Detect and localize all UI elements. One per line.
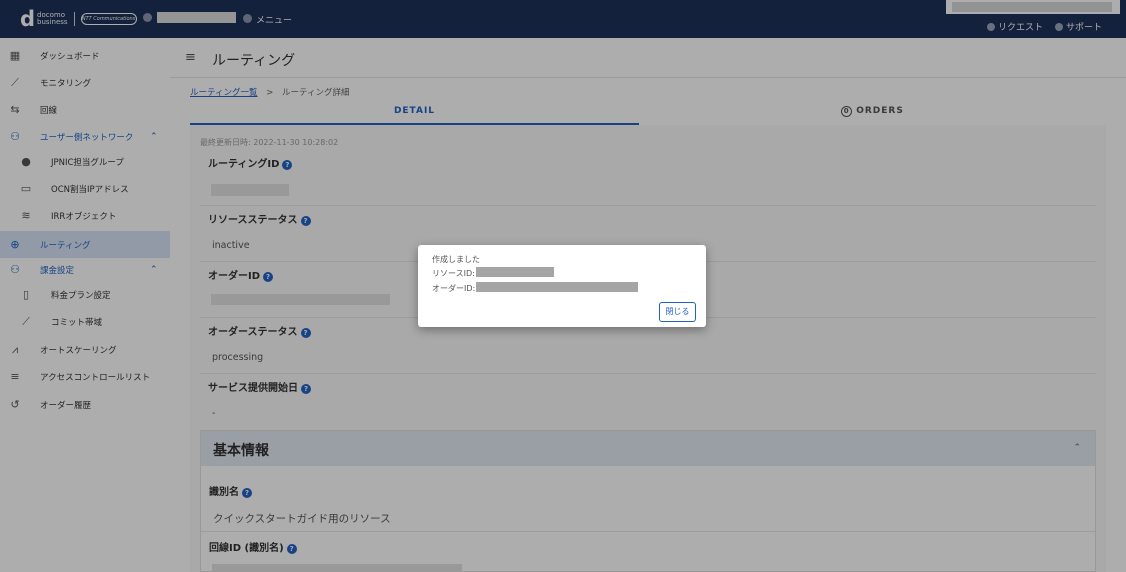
dialog-order-id-redacted	[476, 282, 638, 292]
dialog-order-id-label: オーダーID:	[432, 284, 476, 293]
dialog-title: 作成しました	[432, 255, 480, 264]
dialog-resource-id-redacted	[476, 267, 554, 277]
close-button[interactable]: 閉じる	[659, 302, 696, 322]
dialog-resource-id-label: リソースID:	[432, 269, 475, 278]
